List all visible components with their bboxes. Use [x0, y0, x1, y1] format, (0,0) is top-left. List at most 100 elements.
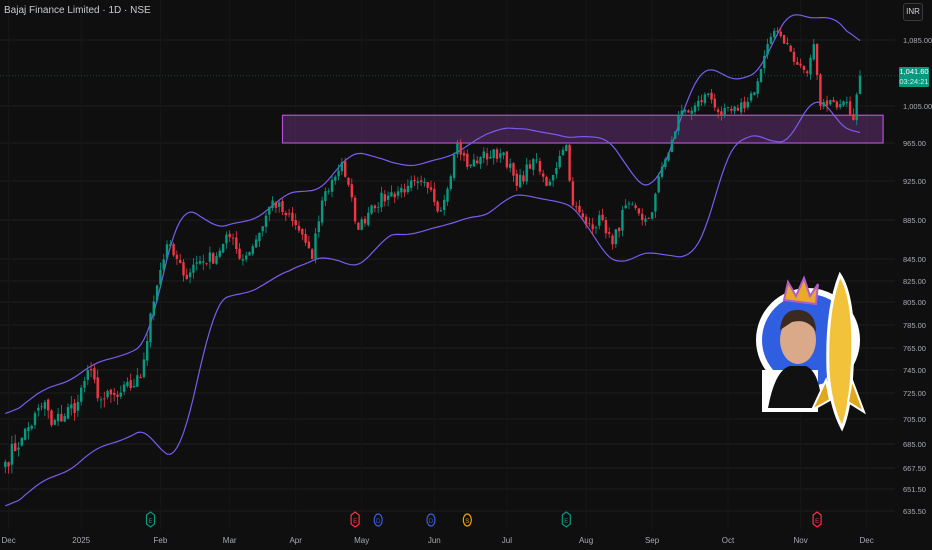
candle-body: [340, 162, 344, 172]
candle-body: [677, 115, 680, 131]
candle-body: [330, 179, 334, 192]
candle-body: [809, 57, 812, 75]
candle-body: [650, 212, 654, 219]
candle-body: [565, 144, 568, 152]
candle: [268, 206, 271, 222]
candle: [512, 162, 515, 182]
x-tick-label: Dec: [859, 536, 873, 545]
candle-body: [730, 108, 733, 111]
candle: [598, 210, 601, 230]
candle: [202, 254, 205, 271]
candle-body: [119, 392, 122, 397]
candle-body: [740, 102, 743, 113]
candle-body: [763, 55, 766, 69]
x-tick-label: Feb: [154, 536, 168, 545]
candle-body: [116, 394, 119, 397]
candle: [126, 377, 129, 388]
candle: [360, 216, 363, 231]
price-chart[interactable]: 1,085.00 1,005.00 965.00 925.00 885.00 845.00…: [0, 0, 932, 550]
candle: [80, 384, 83, 406]
candle-body: [812, 44, 815, 60]
currency-button[interactable]: INR: [903, 3, 923, 21]
y-tick-label: 667.50: [903, 464, 926, 473]
candle: [307, 235, 311, 249]
candle: [538, 157, 542, 175]
candle: [835, 100, 839, 111]
candle-body: [20, 437, 23, 446]
candle-body: [515, 173, 518, 186]
candle: [185, 268, 188, 280]
candle: [301, 227, 304, 241]
candle: [175, 250, 179, 266]
candle-body: [654, 193, 657, 212]
candle-body: [357, 222, 360, 230]
candle: [245, 251, 248, 263]
candle: [205, 262, 208, 266]
candle-body: [631, 204, 634, 206]
candle-body: [60, 413, 63, 422]
candle-body: [179, 259, 182, 264]
candle-body: [782, 34, 786, 44]
candle-body: [693, 105, 697, 112]
candle-body: [284, 212, 287, 216]
candle-body: [489, 156, 492, 159]
candle-body: [542, 173, 545, 177]
candle-body: [109, 389, 113, 395]
candle: [571, 176, 575, 208]
candle: [786, 37, 789, 46]
candle-body: [307, 241, 311, 249]
candle-body: [17, 447, 20, 450]
candle-body: [647, 217, 650, 219]
candle: [60, 404, 63, 422]
candle: [132, 378, 136, 389]
candle-body: [545, 176, 548, 186]
candle-body: [452, 154, 456, 178]
candle-body: [393, 193, 396, 198]
candle-body: [4, 461, 7, 468]
candle-body: [73, 402, 76, 414]
y-tick-label: 705.00: [903, 415, 926, 424]
candle-body: [710, 92, 713, 100]
candle-body: [749, 93, 753, 101]
candle-body: [522, 175, 525, 182]
candle: [347, 177, 350, 188]
candle: [278, 200, 281, 213]
candle-body: [406, 185, 410, 193]
candle: [604, 217, 608, 239]
candle: [608, 227, 611, 238]
candle: [740, 98, 743, 117]
candle: [327, 188, 330, 195]
candle: [311, 248, 314, 260]
candle-body: [281, 201, 284, 213]
candle-body: [268, 206, 271, 215]
candle: [413, 175, 416, 186]
upper-band: [5, 14, 861, 414]
y-tick-label: 785.00: [903, 321, 926, 330]
candle-body: [815, 43, 819, 75]
candle-body: [855, 94, 858, 121]
candle-body: [759, 68, 763, 83]
candle: [542, 169, 545, 183]
lower-band: [5, 101, 861, 507]
candle-body: [410, 180, 413, 188]
candle: [198, 255, 202, 265]
candle-body: [122, 384, 126, 392]
candle: [258, 232, 261, 247]
candle: [215, 252, 218, 265]
candle-body: [479, 157, 482, 164]
candle: [647, 217, 650, 220]
candle-body: [337, 170, 340, 177]
candle-body: [796, 62, 799, 65]
candle: [443, 194, 446, 216]
candle: [532, 157, 535, 176]
candle-body: [852, 114, 855, 120]
candle-body: [215, 256, 218, 264]
candle: [852, 108, 855, 121]
candle-body: [485, 153, 489, 160]
candle-body: [657, 176, 660, 193]
candle: [822, 99, 825, 110]
candle: [492, 149, 495, 165]
candle-body: [99, 399, 103, 401]
candle: [63, 413, 66, 422]
candle: [674, 131, 677, 140]
